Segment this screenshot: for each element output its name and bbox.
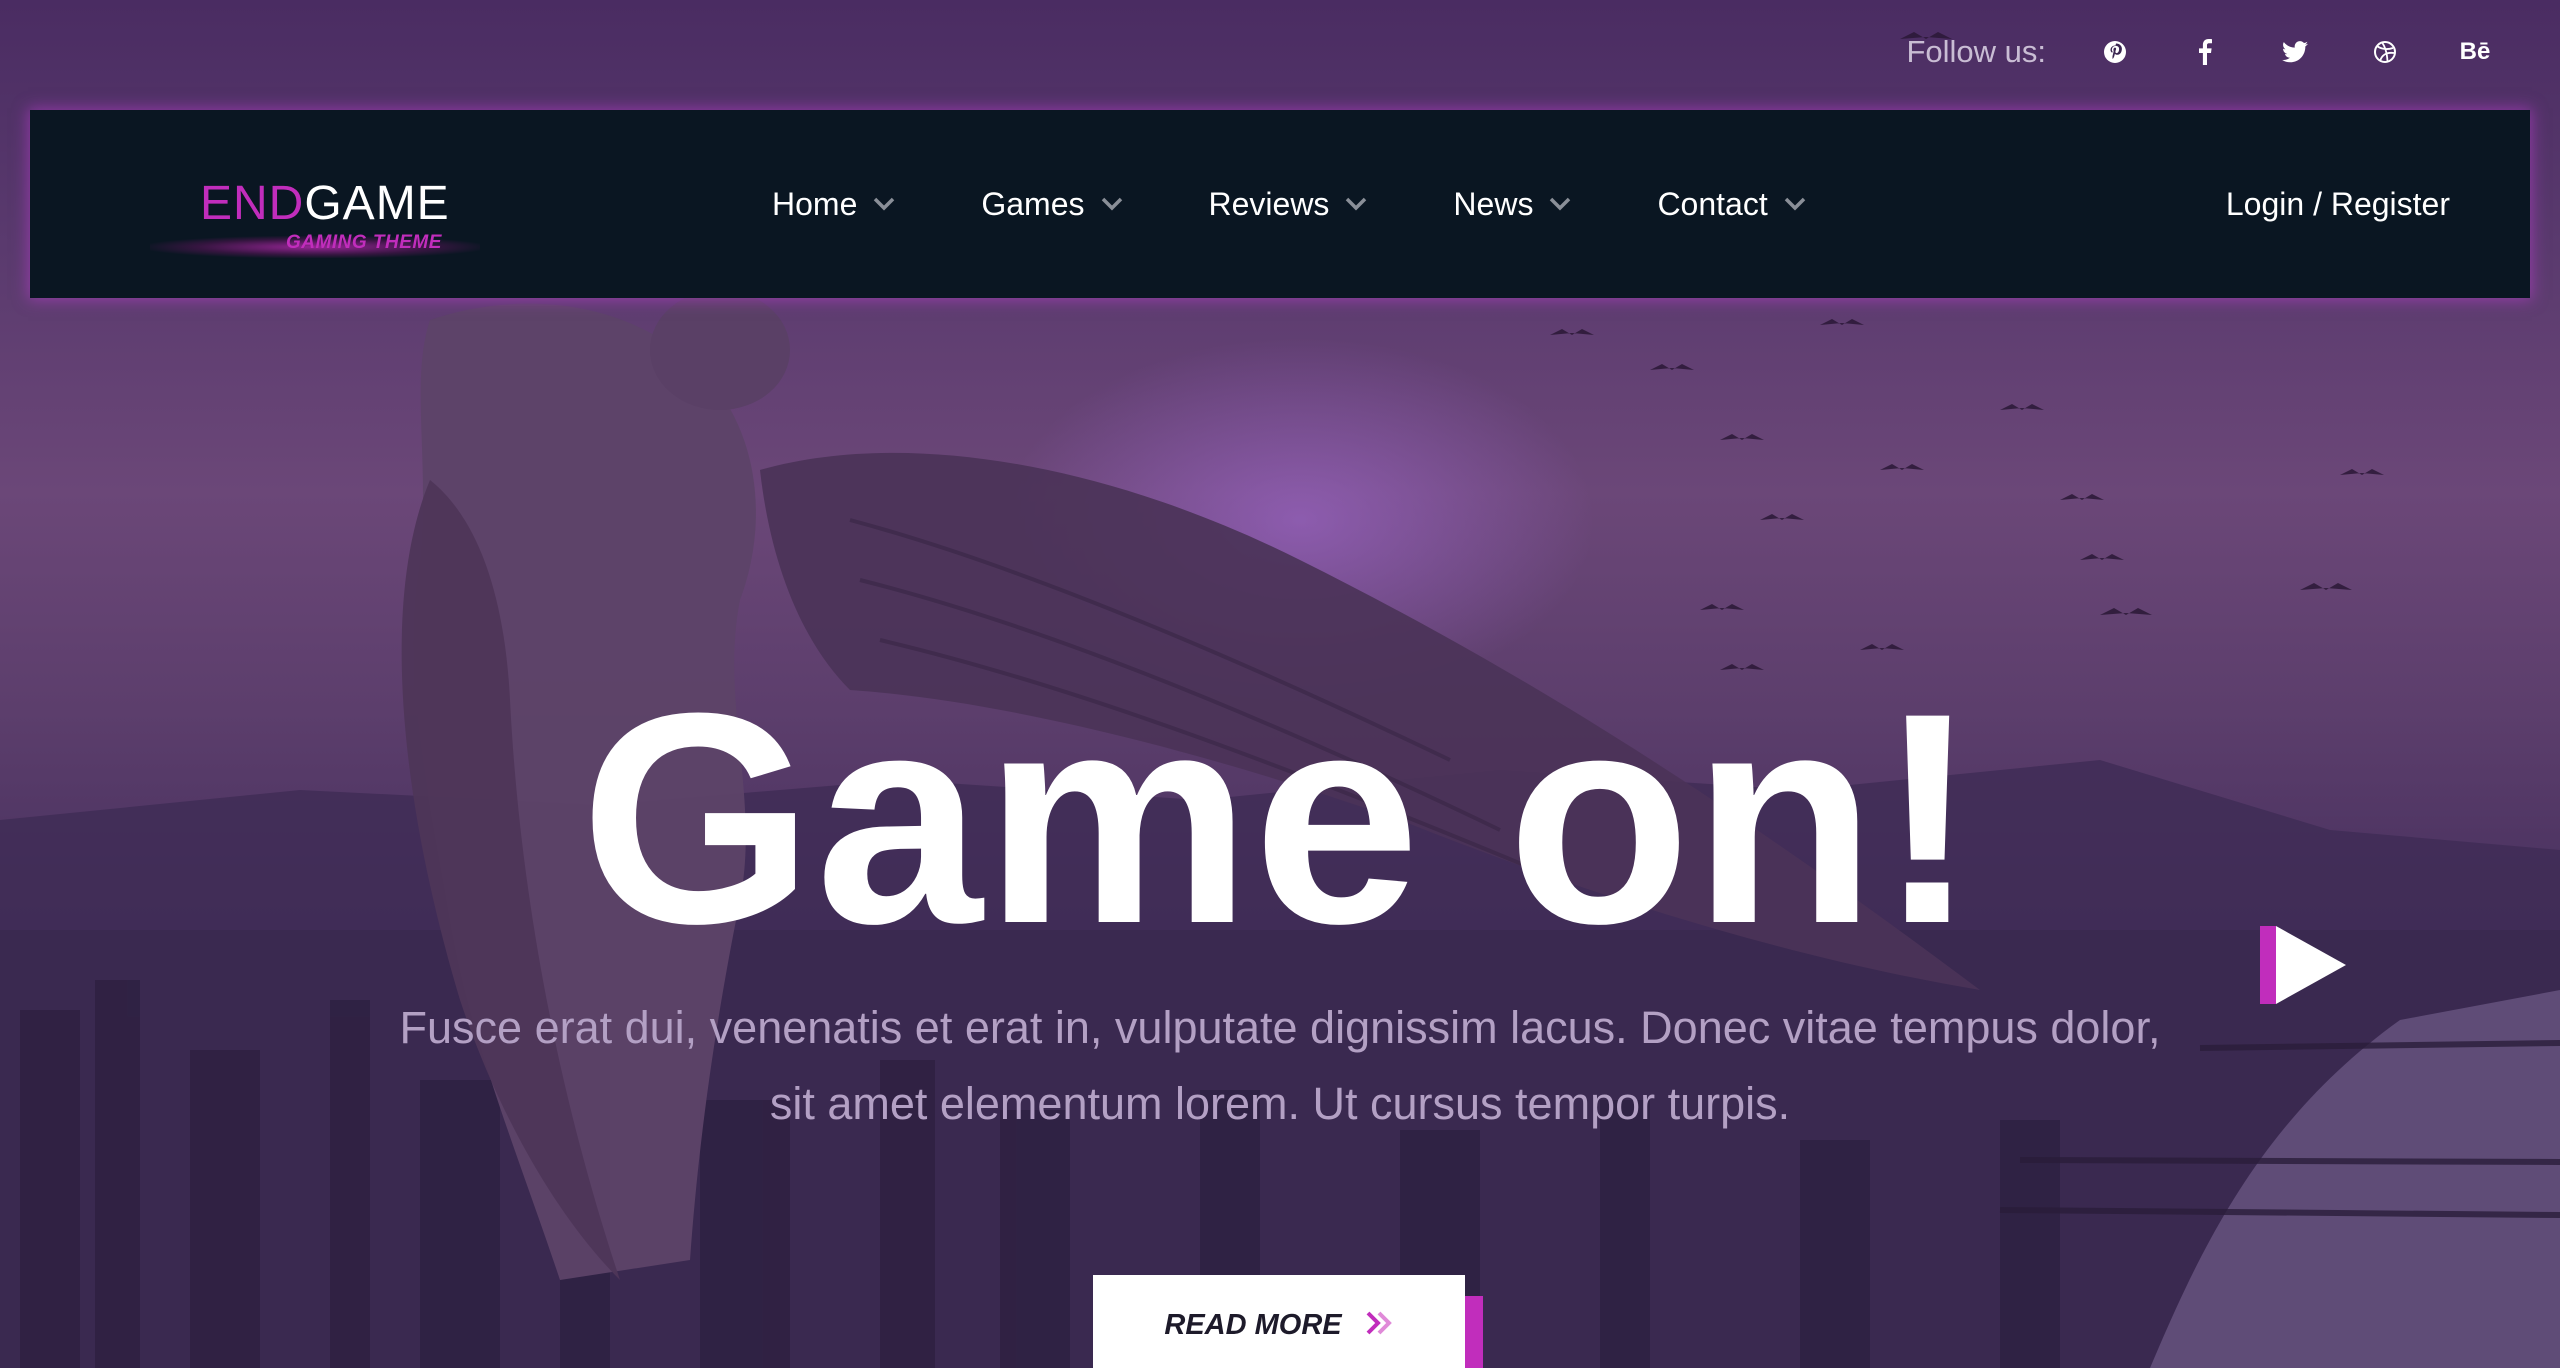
login-register-link[interactable]: Login / Register	[2226, 110, 2450, 298]
double-chevron-right-icon	[1364, 1308, 1394, 1343]
dribbble-icon[interactable]	[2340, 28, 2430, 76]
hero-subtitle-line-1: Fusce erat dui, venenatis et erat in, vu…	[399, 1002, 2161, 1053]
behance-text: Bē	[2459, 38, 2491, 65]
chevron-down-icon	[1101, 197, 1123, 211]
nav-menu: Home Games Reviews News Contact	[772, 110, 1892, 298]
follow-label: Follow us:	[1906, 34, 2046, 69]
play-icon[interactable]	[2258, 922, 2358, 1008]
read-more-label: READ MORE	[1164, 1308, 1342, 1341]
site-logo[interactable]: ENDGAME GAMING THEME	[150, 176, 480, 264]
read-more-accent	[1465, 1296, 1483, 1368]
nav-item-home[interactable]: Home	[772, 186, 895, 223]
nav-item-news[interactable]: News	[1453, 186, 1571, 223]
hero-title: Game on!	[580, 650, 1980, 986]
main-navbar: ENDGAME GAMING THEME Home Games Reviews …	[30, 110, 2530, 298]
hero-subtitle-line-2: sit amet elementum lorem. Ut cursus temp…	[769, 1078, 1791, 1129]
hero-subtitle: Fusce erat dui, venenatis et erat in, vu…	[300, 990, 2260, 1142]
nav-item-games[interactable]: Games	[981, 186, 1122, 223]
nav-item-reviews[interactable]: Reviews	[1209, 186, 1368, 223]
nav-item-contact[interactable]: Contact	[1657, 186, 1805, 223]
logo-wordmark: ENDGAME	[200, 176, 450, 232]
chevron-down-icon	[1784, 197, 1806, 211]
nav-item-label: Home	[772, 185, 858, 222]
nav-item-label: News	[1453, 185, 1534, 222]
logo-part-end: END	[200, 177, 305, 230]
read-more-button[interactable]: READ MORE	[1093, 1275, 1465, 1368]
chevron-down-icon	[1345, 197, 1367, 211]
chevron-down-icon	[873, 197, 895, 211]
logo-tagline: GAMING THEME	[286, 232, 442, 253]
chevron-down-icon	[1549, 197, 1571, 211]
facebook-icon[interactable]	[2160, 28, 2250, 76]
nav-item-label: Contact	[1657, 185, 1768, 222]
twitter-icon[interactable]	[2250, 28, 2340, 76]
logo-part-game: GAME	[304, 177, 450, 230]
behance-icon[interactable]: Bē	[2430, 28, 2520, 76]
nav-item-label: Games	[981, 185, 1085, 222]
social-follow-bar: Follow us: Bē	[1906, 28, 2520, 76]
pinterest-icon[interactable]	[2070, 28, 2160, 76]
nav-item-label: Reviews	[1208, 185, 1330, 222]
